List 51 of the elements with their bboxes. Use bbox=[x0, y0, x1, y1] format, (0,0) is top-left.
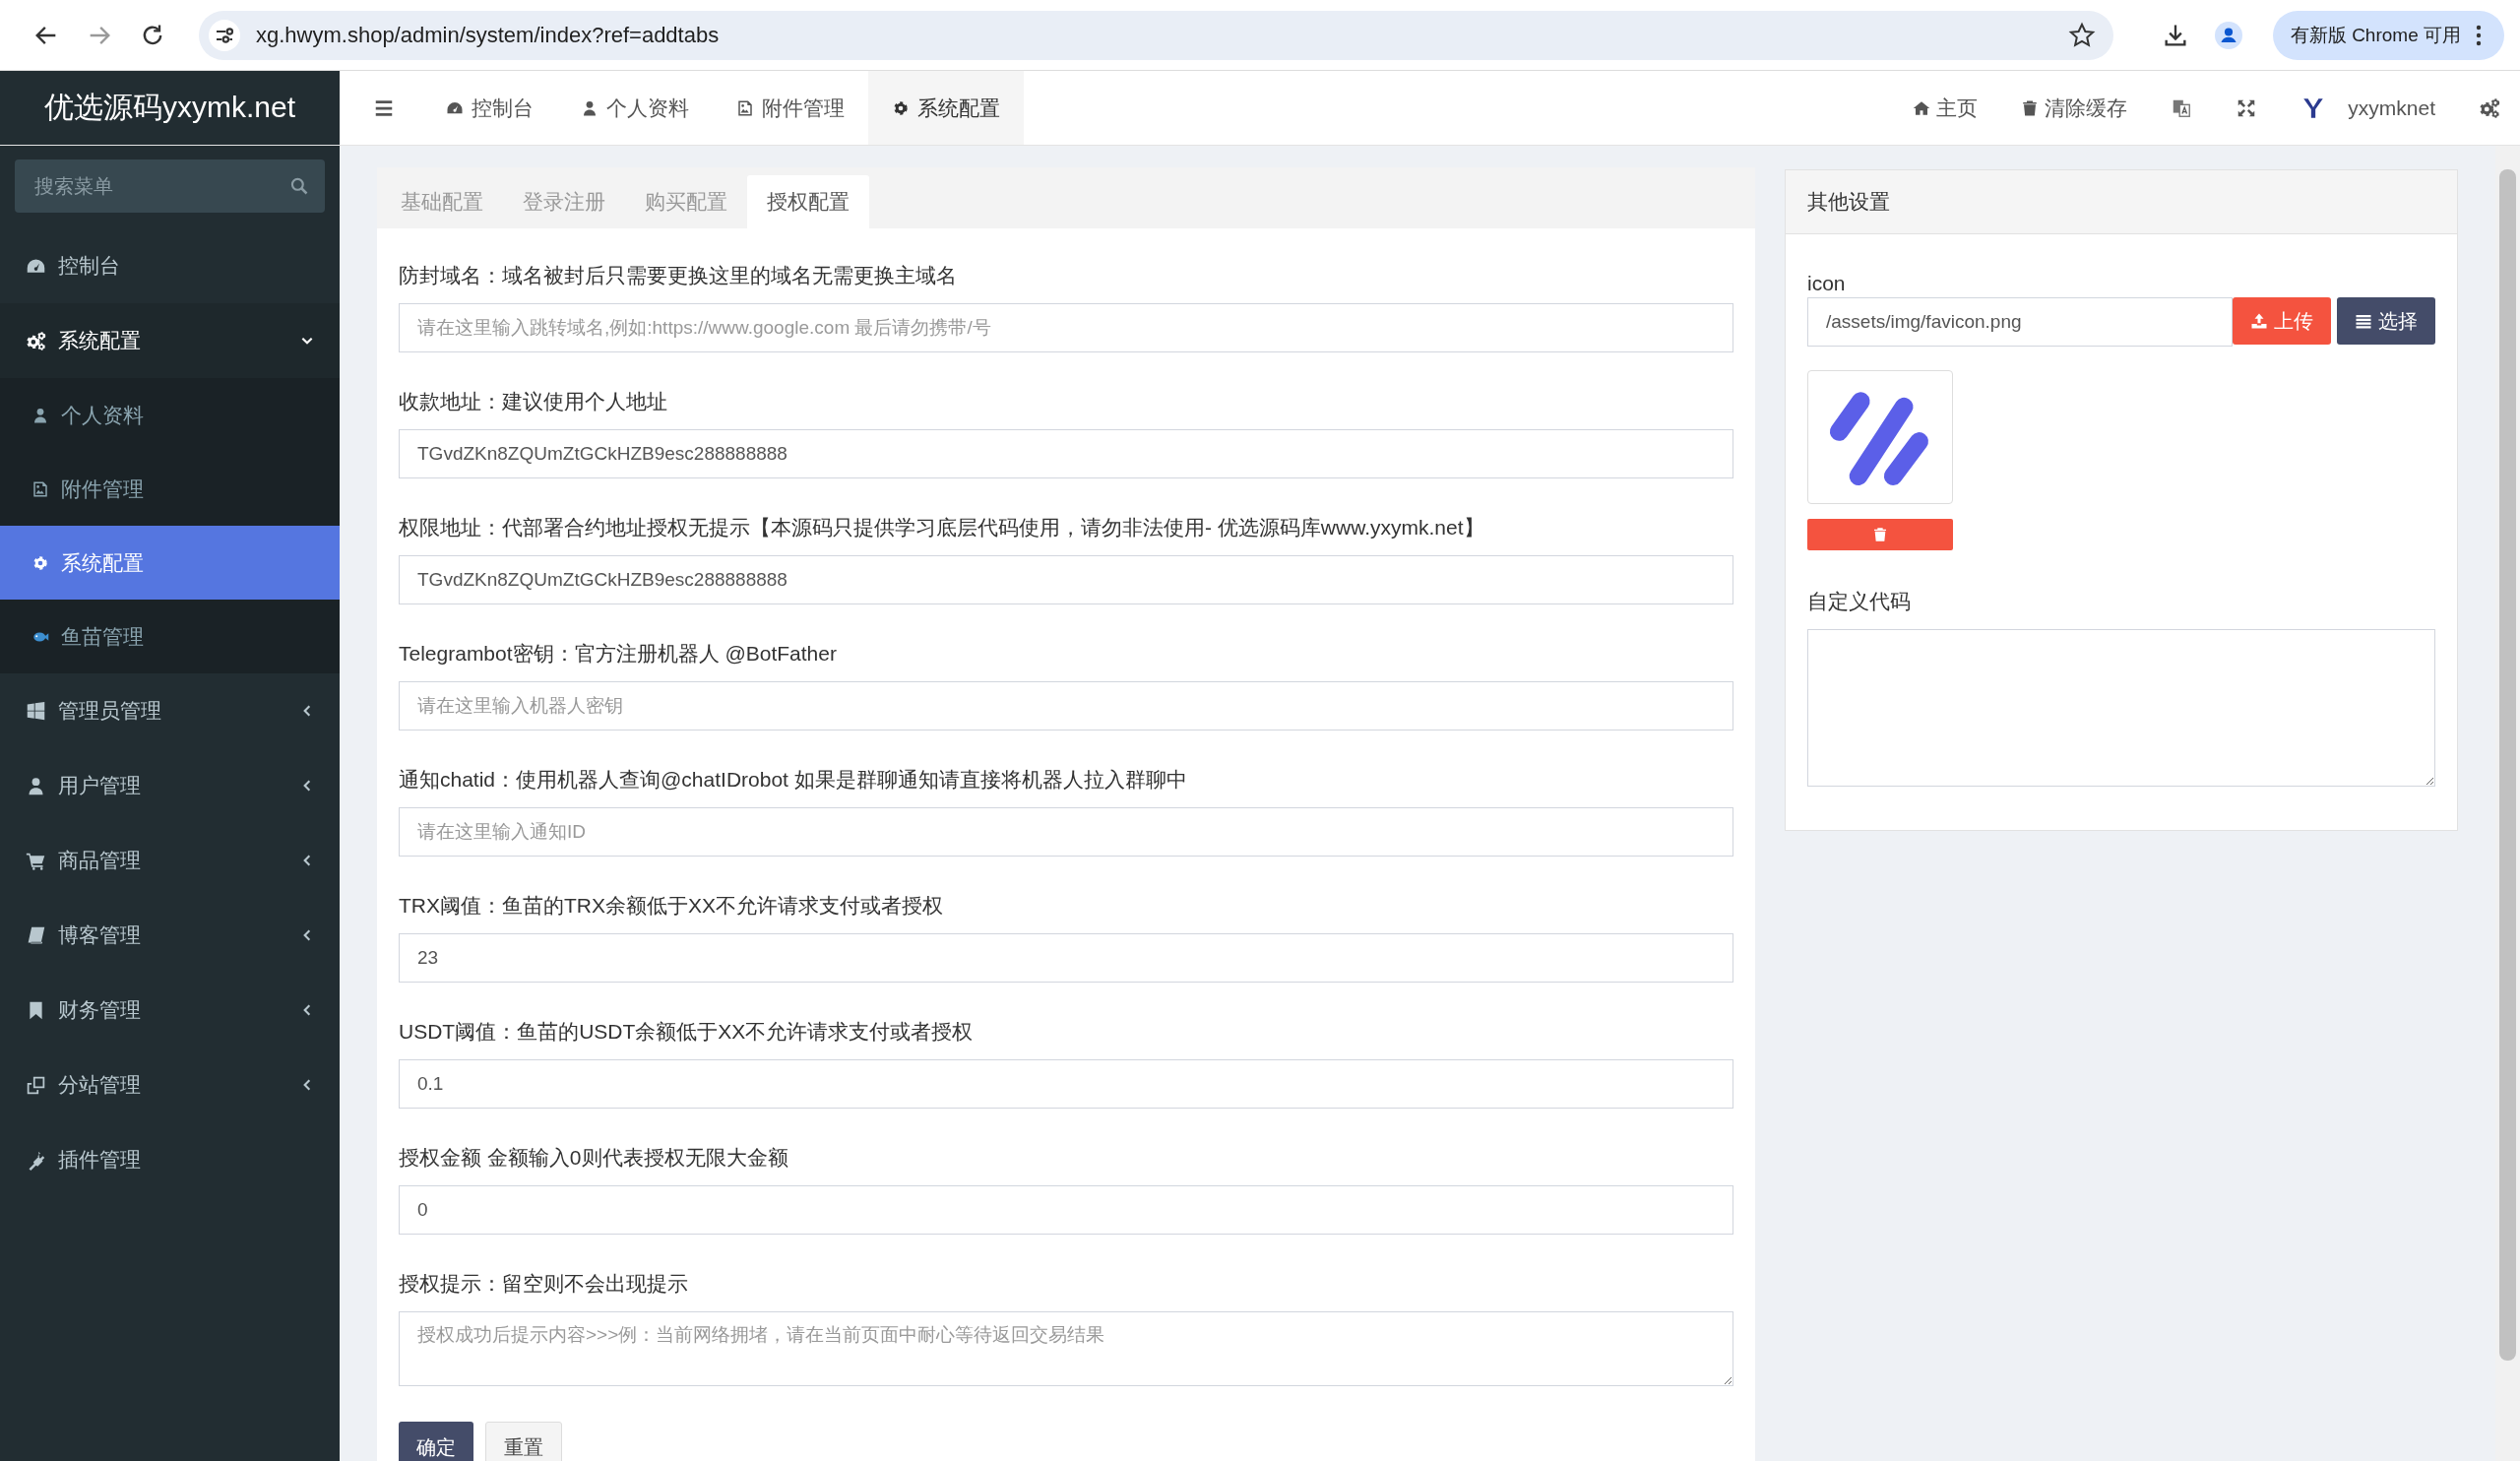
field-label: 收款地址：建议使用个人地址 bbox=[399, 389, 668, 414]
submit-button[interactable]: 确定 bbox=[399, 1422, 473, 1461]
text-field[interactable]: TGvdZKn8ZQUmZtGCkHZB9esc288888888 bbox=[399, 555, 1733, 604]
text-field[interactable]: 23 bbox=[399, 933, 1733, 983]
reset-button[interactable]: 重置 bbox=[485, 1422, 562, 1461]
text-field[interactable]: 0.1 bbox=[399, 1059, 1733, 1109]
sidebar-item[interactable]: 管理员管理 bbox=[0, 673, 340, 748]
field-label: 授权提示：留空则不会出现提示 bbox=[399, 1271, 689, 1297]
icon-path-field[interactable]: /assets/img/favicon.png bbox=[1807, 297, 2233, 347]
address-bar[interactable]: xg.hwym.shop/admin/system/index?ref=addtabs bbox=[199, 10, 2113, 60]
header-link[interactable]: 清除缓存 bbox=[2021, 94, 2128, 122]
sidebar-item[interactable]: 控制台 bbox=[0, 228, 340, 303]
nav-tab[interactable]: 控制台 bbox=[422, 71, 557, 145]
sidebar-subitem[interactable]: 系统配置 bbox=[0, 526, 340, 600]
user-name[interactable]: yxymknet bbox=[2348, 95, 2435, 120]
field-label: TRX阈值：鱼苗的TRX余额低于XX不允许请求支付或者授权 bbox=[399, 893, 944, 919]
sidebar-item[interactable]: 插件管理 bbox=[0, 1122, 340, 1197]
text-field[interactable]: 请在这里输入机器人密钥 bbox=[399, 681, 1733, 730]
field-label: Telegrambot密钥：官方注册机器人 @BotFather bbox=[399, 641, 838, 667]
site-logo[interactable]: 优选源码yxymk.net bbox=[0, 71, 340, 145]
sidebar-subitem[interactable]: 附件管理 bbox=[0, 452, 340, 526]
sidebar-item[interactable]: 系统配置 bbox=[0, 303, 340, 378]
text-field[interactable]: TGvdZKn8ZQUmZtGCkHZB9esc288888888 bbox=[399, 429, 1733, 478]
field-label: 自定义代码 bbox=[1807, 589, 1912, 614]
header-link[interactable]: 主页 bbox=[1913, 94, 1979, 122]
nav-tab[interactable]: 系统配置 bbox=[868, 71, 1024, 145]
sidebar-item[interactable]: 商品管理 bbox=[0, 823, 340, 898]
sidebar-item[interactable]: 财务管理 bbox=[0, 973, 340, 1048]
menu-search-field[interactable]: 搜索菜单 bbox=[15, 159, 325, 213]
update-chrome-button[interactable]: 有新版 Chrome 可用 bbox=[2272, 10, 2504, 60]
text-field[interactable]: 0 bbox=[399, 1185, 1733, 1235]
field-label: 授权金额 金额输入0则代表授权无限大金额 bbox=[399, 1145, 789, 1171]
field-label: 权限地址：代部署合约地址授权无提示【本源码只提供学习底层代码使用，请勿非法使用- 优选源码库www.yxymk.net】 bbox=[399, 515, 1485, 540]
field-label: icon bbox=[1807, 272, 1846, 294]
sidebar-subitem[interactable]: 个人资料 bbox=[0, 378, 340, 452]
sidebar-item[interactable]: 分站管理 bbox=[0, 1048, 340, 1122]
sidebar-subitem[interactable]: 鱼苗管理 bbox=[0, 600, 340, 673]
panel-title: 其他设置 bbox=[1807, 189, 1890, 215]
text-field[interactable]: 请在这里输入跳转域名,例如:https://www.google.com 最后请勿携带/号 bbox=[399, 303, 1733, 352]
choose-button[interactable]: 选择 bbox=[2337, 297, 2435, 345]
nav-tab[interactable]: 个人资料 bbox=[557, 71, 713, 145]
text-field[interactable]: 请在这里输入通知ID bbox=[399, 807, 1733, 857]
config-tab[interactable]: 授权配置 bbox=[747, 175, 869, 228]
sidebar-item[interactable]: 博客管理 bbox=[0, 898, 340, 973]
text-area[interactable]: 授权成功后提示内容>>>例：当前网络拥堵，请在当前页面中耐心等待返回交易结果 bbox=[399, 1311, 1733, 1386]
url-text: xg.hwym.shop/admin/system/index?ref=addtabs bbox=[256, 22, 721, 48]
field-label: 通知chatid：使用机器人查询@chatIDrobot 如果是群聊通知请直接将机器人拉入群聊中 bbox=[399, 767, 1188, 793]
sidebar-item[interactable]: 用户管理 bbox=[0, 748, 340, 823]
field-label: USDT阈值：鱼苗的USDT余额低于XX不允许请求支付或者授权 bbox=[399, 1019, 975, 1045]
nav-tab[interactable]: 附件管理 bbox=[713, 71, 868, 145]
field-label: 防封域名：域名被封后只需要更换这里的域名无需更换主域名 bbox=[399, 263, 958, 288]
